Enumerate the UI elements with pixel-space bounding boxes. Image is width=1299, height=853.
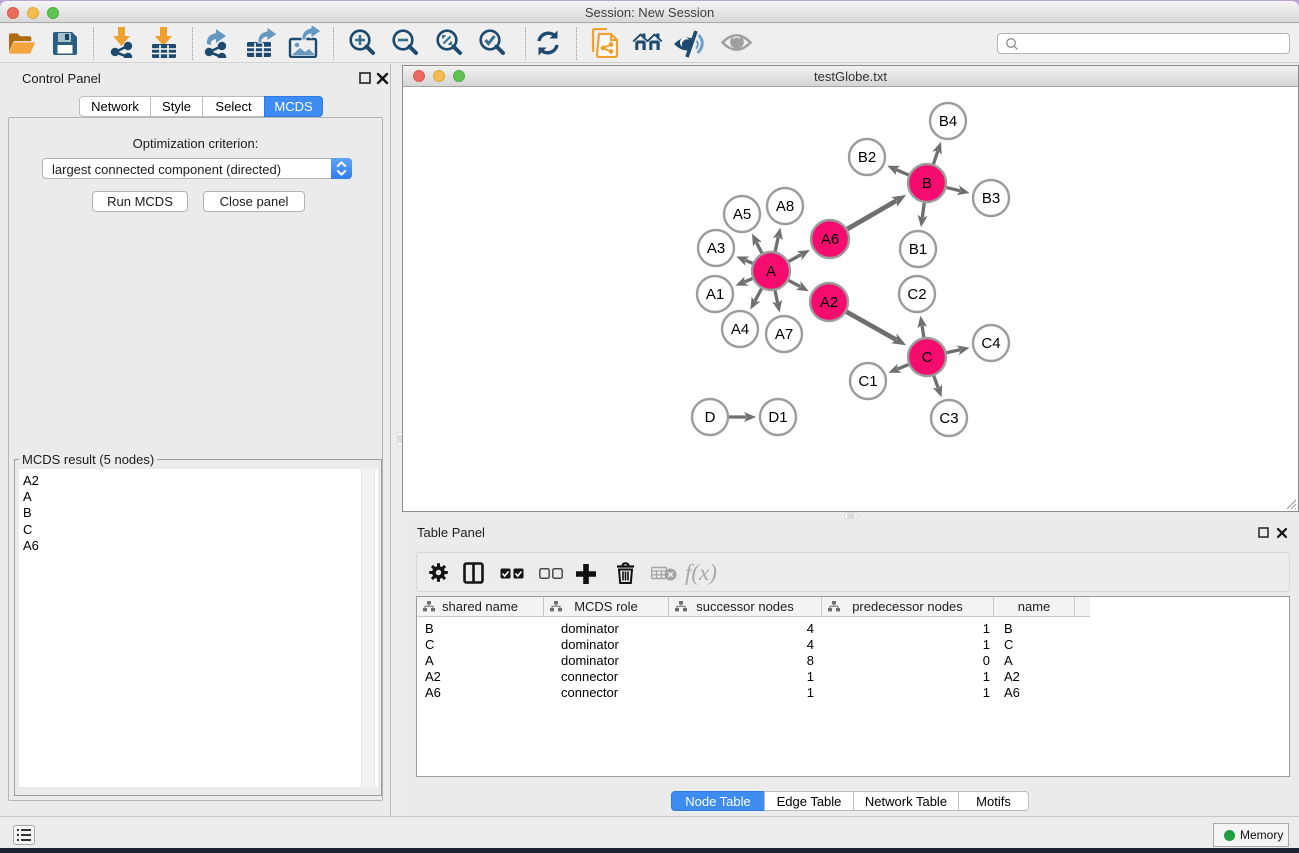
svg-text:B3: B3 <box>982 190 1000 207</box>
svg-text:C: C <box>922 349 933 366</box>
svg-text:D: D <box>705 409 716 426</box>
svg-text:A6: A6 <box>821 231 839 248</box>
svg-text:A7: A7 <box>775 326 793 343</box>
svg-text:D1: D1 <box>768 409 787 426</box>
svg-text:A1: A1 <box>706 286 724 303</box>
svg-text:B1: B1 <box>909 241 927 258</box>
svg-text:A8: A8 <box>776 198 794 215</box>
svg-text:A: A <box>766 263 776 280</box>
svg-text:B: B <box>922 175 932 192</box>
svg-text:C3: C3 <box>939 410 958 427</box>
svg-text:A2: A2 <box>820 294 838 311</box>
svg-text:A3: A3 <box>707 240 725 257</box>
svg-text:B2: B2 <box>858 149 876 166</box>
svg-text:C2: C2 <box>907 286 926 303</box>
svg-text:A4: A4 <box>731 321 749 338</box>
svg-text:C1: C1 <box>858 373 877 390</box>
svg-text:C4: C4 <box>981 335 1000 352</box>
svg-text:B4: B4 <box>939 113 957 130</box>
svg-text:A5: A5 <box>733 206 751 223</box>
